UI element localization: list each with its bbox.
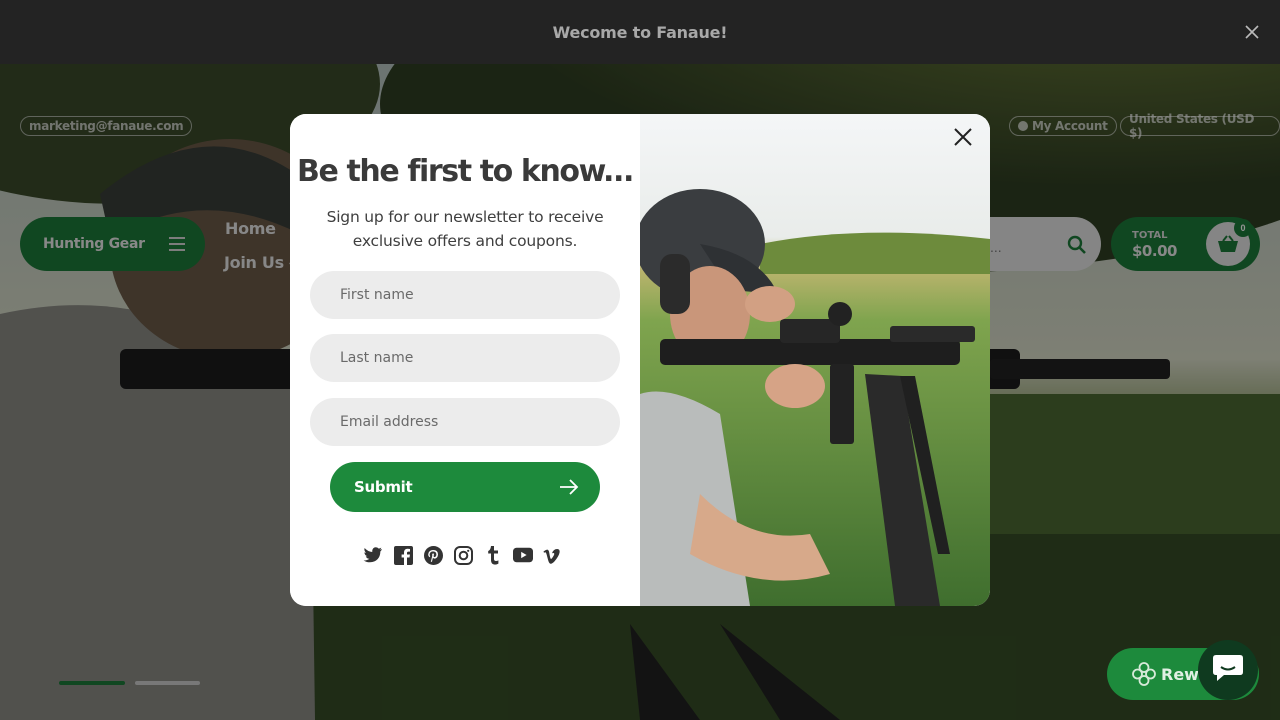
submit-label: Submit [354, 478, 413, 496]
email-field[interactable] [310, 398, 620, 446]
twitter-icon[interactable] [363, 545, 383, 565]
pinterest-icon[interactable] [423, 545, 443, 565]
newsletter-popup: Be the first to know... Sign up for our … [290, 114, 990, 606]
first-name-field[interactable] [310, 271, 620, 319]
announcement-close-icon[interactable] [1242, 22, 1262, 42]
vimeo-icon[interactable] [543, 545, 563, 565]
popup-title: Be the first to know... [296, 154, 634, 189]
last-name-field[interactable] [310, 334, 620, 382]
popup-image [640, 114, 990, 606]
youtube-icon[interactable] [513, 545, 533, 565]
tumblr-icon[interactable] [483, 545, 503, 565]
flower-icon [1131, 661, 1157, 687]
popup-subtitle: Sign up for our newsletter to receive ex… [326, 208, 604, 250]
newsletter-form-panel: Be the first to know... Sign up for our … [290, 114, 640, 606]
chat-button[interactable] [1198, 640, 1258, 700]
social-links [363, 545, 563, 565]
facebook-icon[interactable] [393, 545, 413, 565]
chat-bubble-icon [1212, 653, 1244, 688]
submit-button[interactable]: Submit [330, 462, 600, 512]
arrow-right-icon [558, 477, 580, 497]
announcement-bar: Wecome to Fanaue! [0, 0, 1280, 64]
instagram-icon[interactable] [453, 545, 473, 565]
close-icon[interactable] [952, 126, 974, 148]
announcement-text: Wecome to Fanaue! [552, 22, 728, 42]
